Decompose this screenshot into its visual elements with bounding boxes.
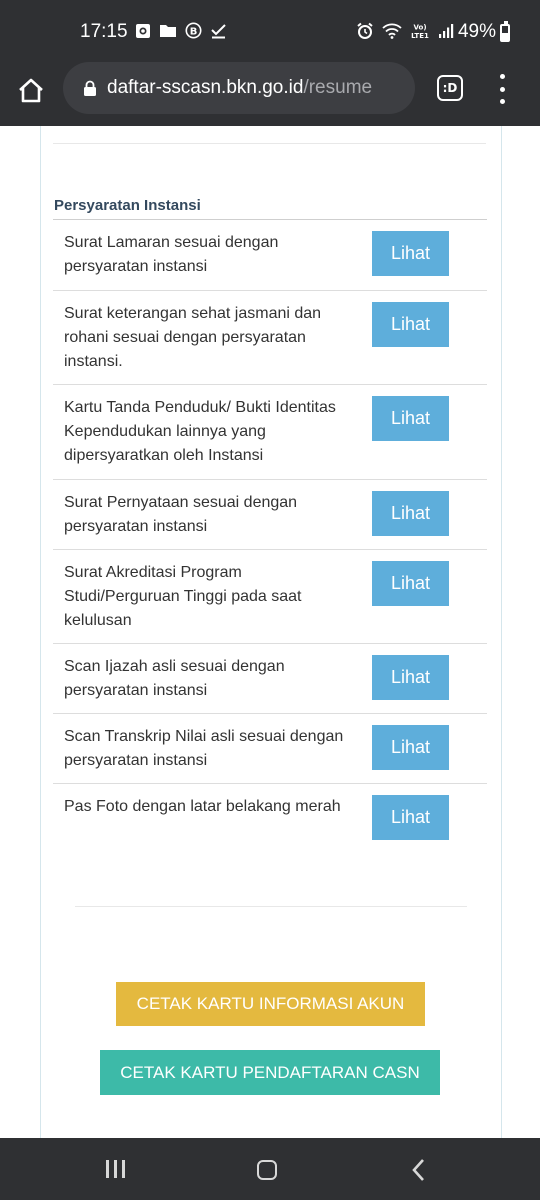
svg-text:Vo): Vo) xyxy=(413,24,426,32)
browser-menu-button[interactable] xyxy=(490,74,514,104)
view-button[interactable]: Lihat xyxy=(372,795,449,840)
view-button[interactable]: Lihat xyxy=(372,655,449,700)
view-button[interactable]: Lihat xyxy=(372,561,449,606)
photo-notification-icon xyxy=(136,23,150,38)
requirement-label: Scan Ijazah asli sesuai dengan persyarat… xyxy=(64,658,285,699)
requirement-row: Kartu Tanda Penduduk/ Bukti Identitas Ke… xyxy=(53,385,487,480)
requirement-label: Surat Akreditasi Program Studi/Perguruan… xyxy=(64,564,302,629)
svg-text:B: B xyxy=(190,27,198,38)
status-bar: 17:15 B Vo) LTE1 49% xyxy=(0,0,540,62)
browser-toolbar: daftar-sscasn.bkn.go.id/resume :D xyxy=(0,62,540,126)
url-path: /resume xyxy=(303,77,373,98)
view-button[interactable]: Lihat xyxy=(372,396,449,441)
requirement-row: Surat Akreditasi Program Studi/Perguruan… xyxy=(53,550,487,644)
menu-dot xyxy=(499,99,505,104)
status-time: 17:15 xyxy=(80,21,128,42)
divider xyxy=(53,143,486,144)
requirement-row: Surat Pernyataan sesuai dengan persyarat… xyxy=(53,480,487,550)
print-account-card-button[interactable]: CETAK KARTU INFORMASI AKUN xyxy=(116,982,425,1026)
system-indicators: Vo) LTE1 xyxy=(356,22,454,40)
section-title: Persyaratan Instansi xyxy=(54,197,201,214)
requirement-label: Kartu Tanda Penduduk/ Bukti Identitas Ke… xyxy=(64,399,336,464)
requirement-label: Pas Foto dengan latar belakang merah xyxy=(64,798,341,815)
requirement-label: Scan Transkrip Nilai asli sesuai dengan … xyxy=(64,728,344,769)
requirement-row: Pas Foto dengan latar belakang merah Lih… xyxy=(53,784,487,854)
menu-dot xyxy=(499,74,505,79)
requirement-row: Scan Ijazah asli sesuai dengan persyarat… xyxy=(53,644,487,714)
lock-icon xyxy=(83,79,99,97)
requirement-row: Surat keterangan sehat jasmani dan rohan… xyxy=(53,291,487,385)
view-button[interactable]: Lihat xyxy=(372,725,449,770)
requirement-row: Surat Lamaran sesuai dengan persyaratan … xyxy=(53,220,487,291)
tab-switcher-button[interactable]: :D xyxy=(437,75,463,101)
menu-dot xyxy=(499,86,505,92)
view-button[interactable]: Lihat xyxy=(372,231,449,276)
divider xyxy=(75,906,467,907)
wifi-icon xyxy=(382,23,402,39)
home-button[interactable] xyxy=(14,74,48,108)
task-check-icon xyxy=(211,24,226,39)
battery-icon xyxy=(500,21,510,42)
print-registration-card-button[interactable]: CETAK KARTU PENDAFTARAN CASN xyxy=(100,1050,440,1095)
requirement-label: Surat keterangan sehat jasmani dan rohan… xyxy=(64,305,322,370)
signal-icon xyxy=(439,24,454,38)
alarm-icon xyxy=(357,22,373,39)
notification-icons: B xyxy=(135,22,227,39)
battery-percentage: 49% xyxy=(457,21,496,42)
navigation-bar xyxy=(0,1138,540,1200)
folder-icon xyxy=(160,25,176,37)
svg-text:LTE1: LTE1 xyxy=(411,32,429,40)
home-nav-icon[interactable] xyxy=(257,1160,277,1180)
recents-icon[interactable] xyxy=(106,1160,125,1178)
volte-icon: Vo)LTE1 xyxy=(411,24,429,41)
home-icon xyxy=(19,78,43,103)
view-button[interactable]: Lihat xyxy=(372,491,449,536)
view-button[interactable]: Lihat xyxy=(372,302,449,347)
requirement-label: Surat Lamaran sesuai dengan persyaratan … xyxy=(64,234,279,275)
b-circle-icon: B xyxy=(185,22,202,39)
url-domain: daftar-sscasn.bkn.go.id xyxy=(107,77,304,98)
address-bar[interactable]: daftar-sscasn.bkn.go.id/resume xyxy=(63,62,415,114)
requirement-label: Surat Pernyataan sesuai dengan persyarat… xyxy=(64,494,298,535)
back-icon[interactable] xyxy=(410,1158,428,1182)
requirement-row: Scan Transkrip Nilai asli sesuai dengan … xyxy=(53,714,487,784)
